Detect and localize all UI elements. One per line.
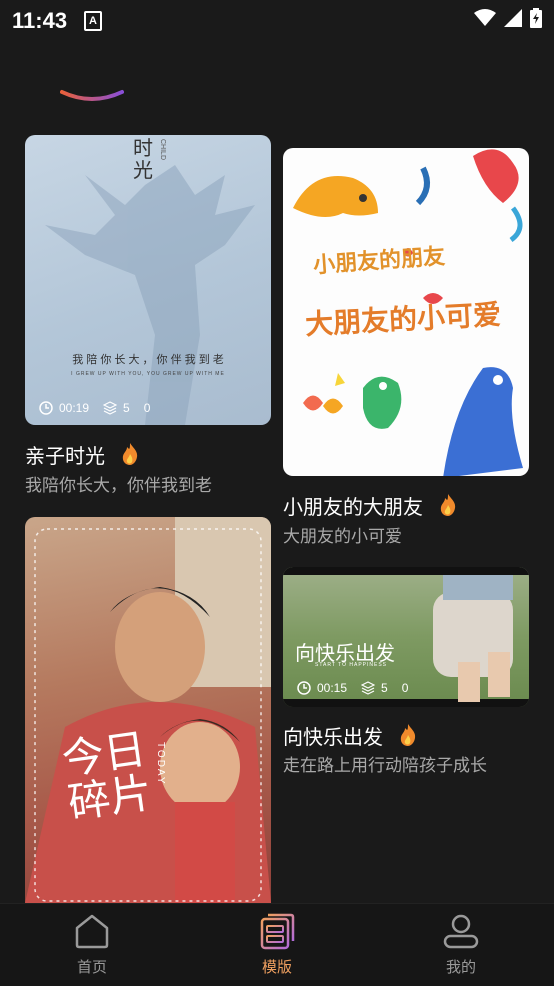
home-icon [75, 914, 109, 949]
fire-icon [440, 494, 455, 516]
tab-home[interactable]: 首页 [32, 904, 152, 986]
card-image-side-text: TODAY [155, 742, 166, 786]
card-image-heading: 时光 [133, 136, 153, 182]
card-title-text: 亲子时光 [25, 446, 105, 468]
tab-profile[interactable]: 我的 [401, 904, 521, 986]
card-title-text: 小朋友的大朋友 [283, 497, 423, 519]
card-image-side-text: CHILD [159, 139, 166, 161]
card-subtitle: 大朋友的小可爱 [283, 527, 402, 546]
card-subtitle: 我陪你长大，你伴我到老 [25, 476, 212, 495]
clock-icon [39, 401, 53, 415]
template-card-image[interactable]: 时光 CHILD 我 陪 你 长 大 ， 你 伴 我 到 老 I GREW UP… [25, 135, 271, 425]
tab-label: 模版 [261, 959, 292, 976]
card-layers: 5 [123, 401, 130, 415]
signal-icon [504, 9, 522, 27]
card-duration: 00:19 [59, 401, 90, 415]
card-image-caption-en: I GREW UP WITH YOU, YOU GREW UP WITH ME [71, 371, 225, 377]
layers-icon [103, 401, 118, 415]
card-image-heading: 今日碎片 [58, 724, 156, 828]
status-time: 11:43 [12, 8, 68, 33]
layers-icon [361, 681, 376, 695]
card-title[interactable]: 亲子时光 [25, 440, 139, 469]
template-card-image[interactable]: 今日碎片 TODAY [25, 517, 271, 903]
tab-template[interactable]: 模版 [217, 904, 337, 986]
loading-spinner [60, 90, 124, 101]
card-count: 0 [401, 681, 409, 695]
card-image-caption: 我 陪 你 长 大 ， 你 伴 我 到 老 [72, 354, 224, 366]
tab-label: 我的 [445, 959, 476, 976]
fire-icon [400, 724, 415, 746]
card-layers: 5 [381, 681, 388, 695]
notification-icon: A [84, 11, 102, 31]
status-bar: 11:43 A [0, 0, 554, 40]
tab-label: 首页 [76, 959, 107, 976]
fire-icon [122, 443, 137, 465]
profile-icon [443, 914, 479, 949]
system-icons [474, 8, 542, 28]
card-count: 0 [143, 401, 151, 415]
battery-icon [530, 8, 542, 28]
card-meta: 00:19 5 0 [39, 401, 158, 415]
card-image-tagline: START TO HAPPINESS [315, 662, 387, 668]
card-title-text: 向快乐出发 [283, 727, 383, 749]
bottom-tab-bar: 首页 模版 我的 [0, 903, 554, 986]
card-title[interactable]: 向快乐出发 [283, 721, 417, 750]
card-title[interactable]: 小朋友的大朋友 [283, 491, 457, 520]
wifi-icon [474, 9, 496, 26]
template-icon [260, 913, 295, 950]
card-duration: 00:15 [317, 681, 348, 695]
template-card-image[interactable]: 小朋友的朋友 大朋友的小可爱 [283, 148, 529, 476]
card-subtitle: 走在路上用行动陪孩子成长 [283, 756, 487, 775]
template-card-image[interactable]: 向快乐出发 START TO HAPPINESS 00:15 5 0 [283, 567, 529, 707]
clock-icon [297, 681, 311, 695]
father-child-photo [25, 517, 271, 903]
card-meta: 00:15 5 0 [297, 681, 416, 695]
